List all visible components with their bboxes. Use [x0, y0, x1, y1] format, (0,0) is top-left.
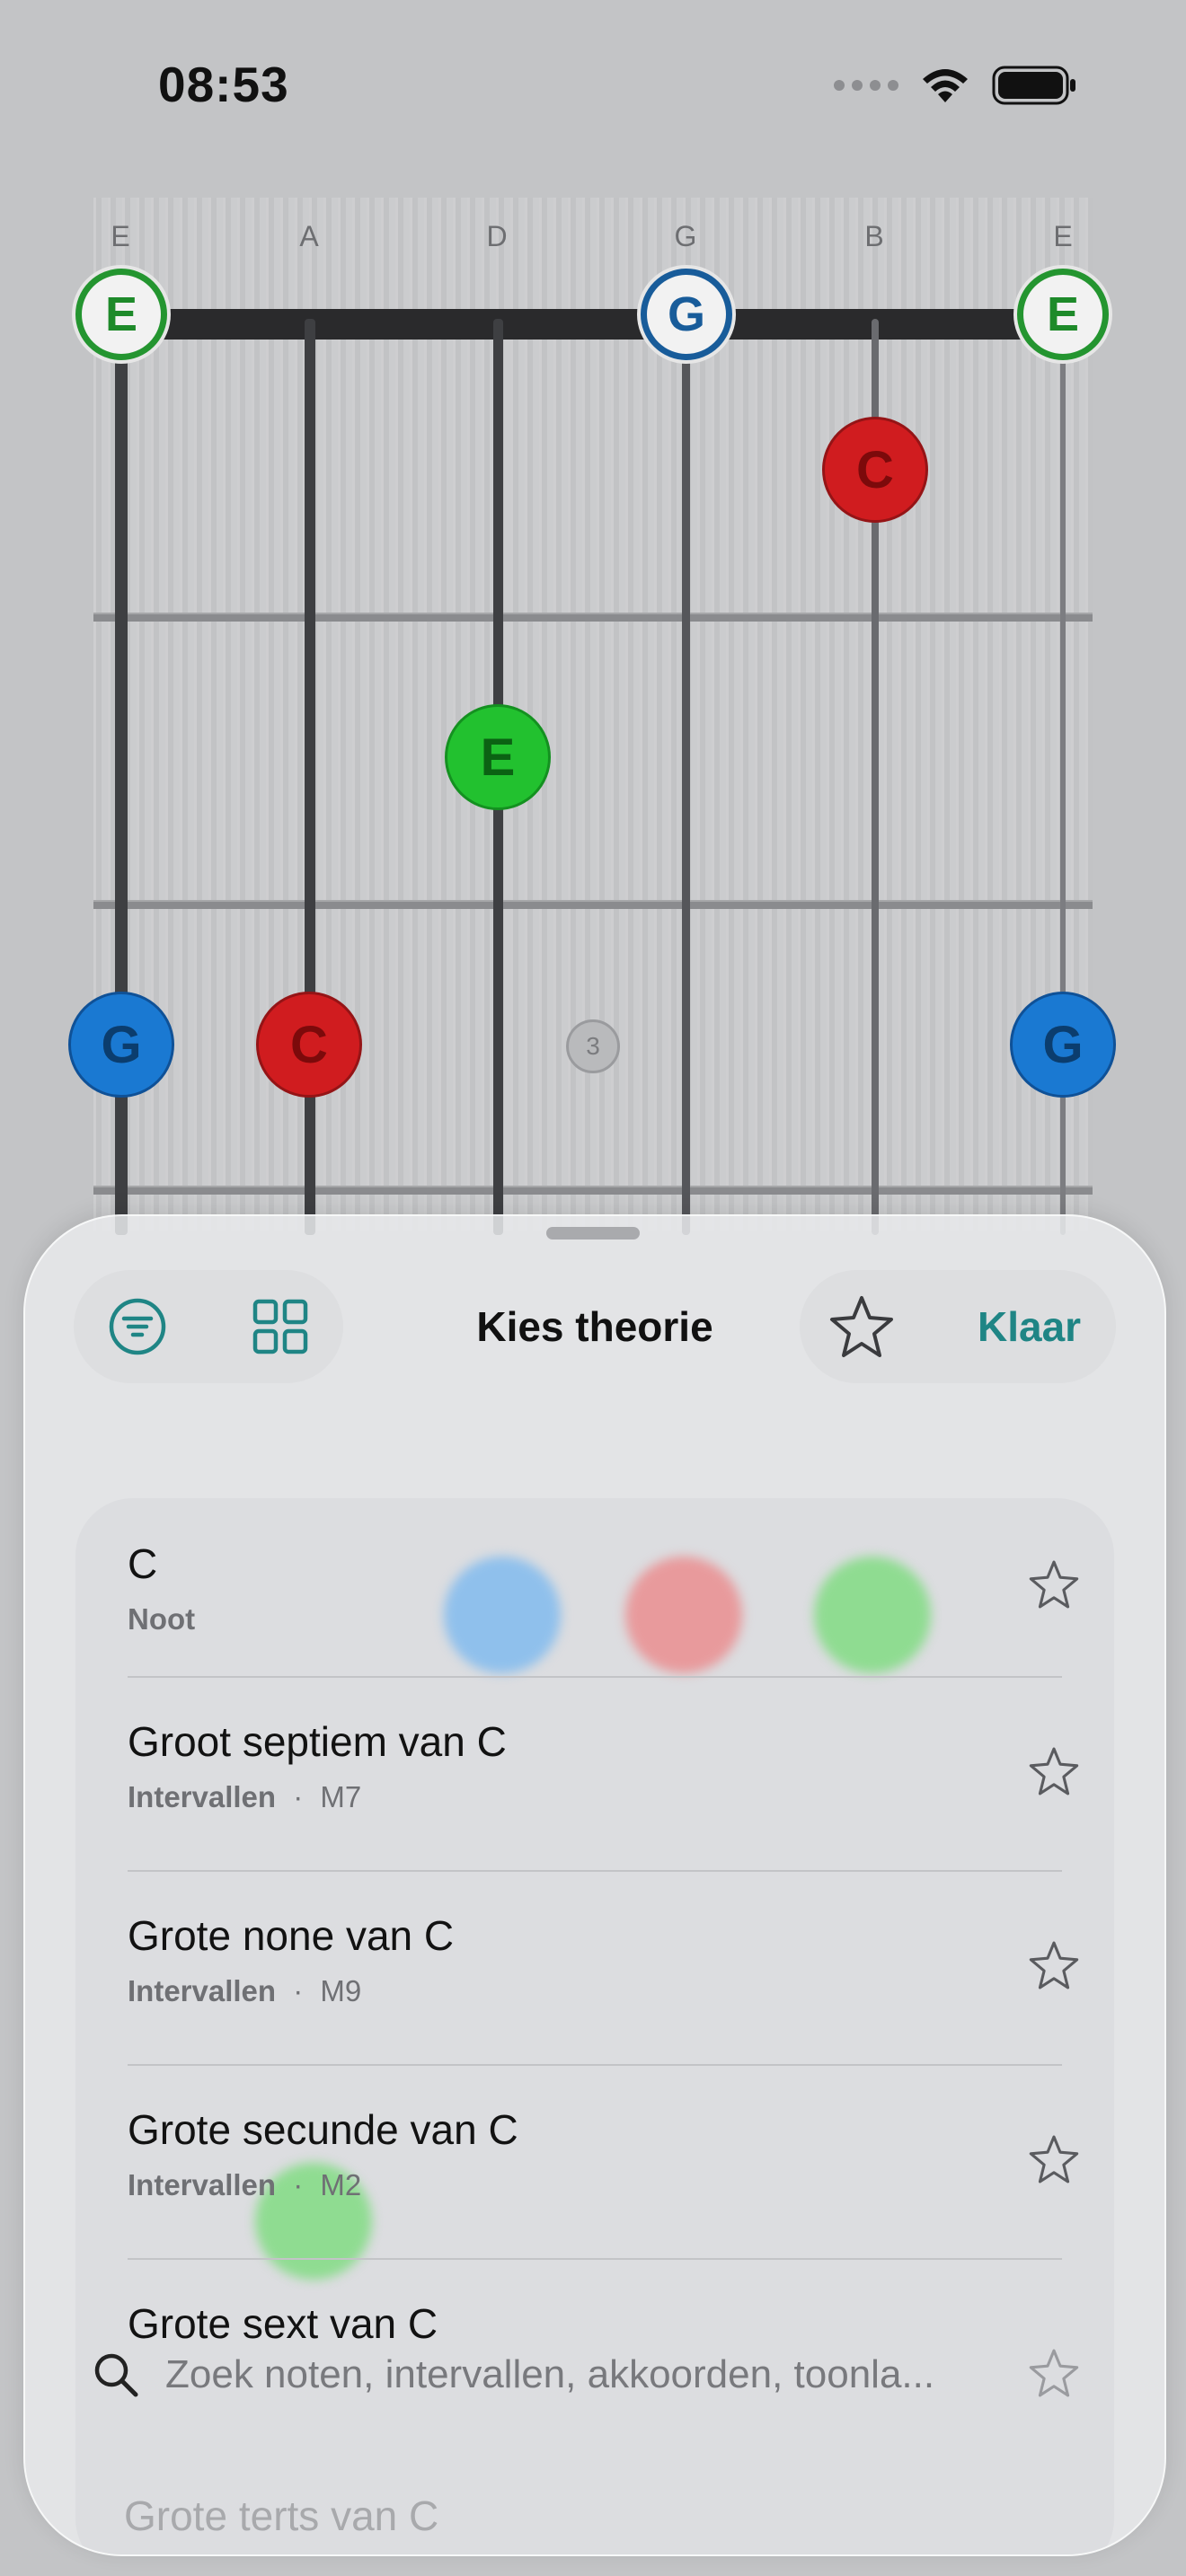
separator-dot: ·	[293, 2168, 304, 2201]
string-label-6: E	[1053, 220, 1073, 252]
note-marker[interactable]: E	[445, 704, 551, 810]
list-item[interactable]: Grote none van C Intervallen · M9	[75, 1870, 1114, 2064]
item-title: Grote none van C	[128, 1912, 455, 1959]
star-icon	[1029, 1747, 1079, 1795]
list-item[interactable]: Grote secunde van C Intervallen · M2	[75, 2064, 1114, 2258]
string-6	[1060, 319, 1066, 1235]
item-title: Grote secunde van C	[128, 2106, 518, 2153]
wifi-icon	[923, 69, 968, 102]
status-time: 08:53	[158, 57, 289, 112]
favorite-toggle[interactable]	[1028, 2134, 1080, 2189]
separator-dot: ·	[293, 1780, 304, 1813]
search-icon	[94, 2353, 138, 2397]
separator-dot: ·	[293, 1974, 304, 2007]
note-marker[interactable]: G	[1010, 992, 1116, 1098]
theory-picker-sheet: Kies theorie Klaar C Noot Groot septiem …	[23, 1214, 1166, 2556]
fret-number-marker: 3	[566, 1019, 620, 1073]
search-input[interactable]	[164, 2351, 1048, 2398]
string-4	[682, 319, 690, 1235]
star-icon	[1029, 1941, 1079, 1989]
item-category: Intervallen	[128, 1780, 277, 1813]
fretboard-wood	[93, 198, 1093, 1231]
item-subtitle: Intervallen · M2	[128, 2168, 361, 2202]
item-detail: M2	[320, 2168, 362, 2201]
note-marker[interactable]: G	[641, 269, 732, 360]
fret-line	[93, 1186, 1093, 1195]
sheet-grabber[interactable]	[546, 1227, 640, 1239]
nut	[120, 309, 1064, 340]
item-detail: M7	[320, 1780, 362, 1813]
status-bar: 08:53	[0, 0, 1186, 171]
item-category: Intervallen	[128, 2168, 277, 2201]
item-category: Noot	[128, 1602, 196, 1636]
string-1	[115, 319, 128, 1235]
fretboard[interactable]: E A D G B E E G E C E G C G 3	[0, 171, 1186, 1235]
favorite-toggle[interactable]	[1028, 1940, 1080, 1995]
done-button[interactable]: Klaar	[978, 1302, 1081, 1351]
note-marker[interactable]: E	[75, 269, 167, 360]
note-marker[interactable]: C	[256, 992, 362, 1098]
status-icons	[834, 65, 1078, 106]
string-label-2: A	[299, 220, 319, 252]
fret-line	[93, 900, 1093, 909]
star-icon	[1029, 1560, 1079, 1609]
favorite-toggle[interactable]	[1028, 1559, 1080, 1614]
fret-line	[93, 613, 1093, 622]
note-marker[interactable]: C	[822, 417, 928, 523]
favorite-toggle[interactable]	[1028, 1746, 1080, 1801]
star-icon	[1029, 2135, 1079, 2183]
note-marker[interactable]: G	[68, 992, 174, 1098]
item-detail: M9	[320, 1974, 362, 2007]
list-item[interactable]: C Noot	[75, 1498, 1114, 1692]
battery-icon	[992, 66, 1075, 105]
item-subtitle: Intervallen · M7	[128, 1780, 361, 1814]
item-title: C	[128, 1540, 158, 1587]
item-subtitle: Noot	[128, 1602, 195, 1636]
list-item[interactable]: Groot septiem van C Intervallen · M7	[75, 1676, 1114, 1870]
string-2	[305, 319, 315, 1235]
faded-list-item: Grote terts van C	[124, 2492, 439, 2539]
string-label-3: D	[486, 220, 508, 252]
item-subtitle: Intervallen · M9	[128, 1974, 361, 2008]
item-category: Intervallen	[128, 1974, 277, 2007]
search-bar[interactable]	[92, 2321, 1098, 2429]
star-icon	[830, 1296, 893, 1357]
cellular-signal-icon	[834, 80, 898, 91]
string-label-4: G	[674, 220, 697, 252]
note-marker[interactable]: E	[1017, 269, 1109, 360]
item-title: Groot septiem van C	[128, 1718, 507, 1765]
string-label-5: B	[864, 220, 884, 252]
favorites-button[interactable]	[805, 1270, 918, 1383]
string-label-1: E	[111, 220, 130, 252]
